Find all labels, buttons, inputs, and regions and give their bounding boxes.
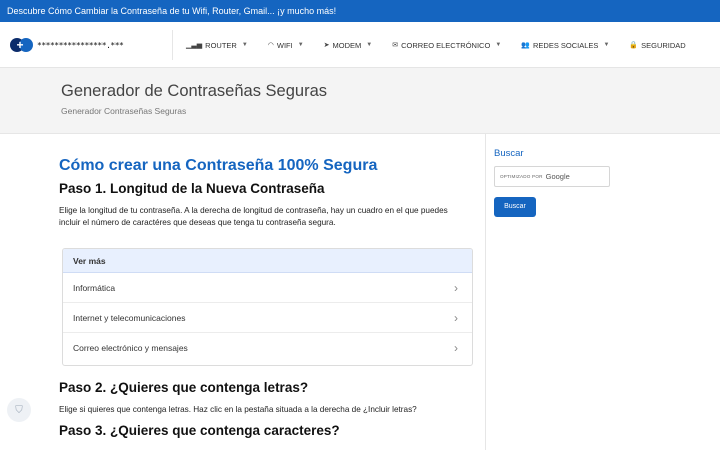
site-logo[interactable]: + ****************.*** bbox=[10, 38, 124, 52]
chevron-right-icon: › bbox=[454, 341, 458, 355]
signal-bars-icon: ▁▃▅ bbox=[186, 42, 203, 49]
lock-icon: 🔒 bbox=[629, 42, 639, 49]
top-announcement-bar[interactable]: Descubre Cómo Cambiar la Contraseña de t… bbox=[0, 0, 720, 22]
menu-item-modem[interactable]: ➤ MODEM ▼ bbox=[324, 41, 373, 50]
chevron-down-icon: ▼ bbox=[297, 42, 304, 48]
chevron-down-icon: ▼ bbox=[603, 42, 610, 48]
chevron-right-icon: › bbox=[454, 280, 458, 295]
menu-item-correo[interactable]: ✉ CORREO ELECTRÓNICO ▼ bbox=[392, 41, 501, 50]
menu-item-router[interactable]: ▁▃▅ ROUTER ▼ bbox=[186, 41, 248, 50]
menu-item-label: WIFI bbox=[276, 40, 293, 50]
users-icon: 👥 bbox=[521, 42, 530, 49]
menu-item-seguridad[interactable]: 🔒 SEGURIDAD bbox=[629, 41, 685, 50]
step2-text: Elige si quieres que contenga letras. Ha… bbox=[59, 405, 417, 414]
chevron-down-icon: ▼ bbox=[366, 42, 373, 48]
sidebar-search-title: Buscar bbox=[494, 148, 524, 159]
main-navbar: + ****************.*** ▁▃▅ ROUTER ▼ ◠ WI… bbox=[0, 22, 720, 68]
menu-item-redes-sociales[interactable]: 👥 REDES SOCIALES ▼ bbox=[521, 41, 609, 50]
step2-heading: Paso 2. ¿Quieres que contenga letras? bbox=[59, 380, 309, 395]
step1-text: Elige la longitud de tu contraseña. A la… bbox=[59, 206, 448, 227]
main-content: Cómo crear una Contraseña 100% Segura Pa… bbox=[0, 134, 485, 450]
search-optimized-label: OPTIMIZADO POR bbox=[500, 174, 543, 179]
chevron-down-icon: ▼ bbox=[495, 42, 502, 48]
main-menu: ▁▃▅ ROUTER ▼ ◠ WIFI ▼ ➤ MODEM ▼ ✉ CORREO… bbox=[186, 22, 706, 68]
google-brand-label: Google bbox=[545, 172, 570, 181]
menu-item-label: MODEM bbox=[332, 40, 362, 50]
chevron-right-icon: › bbox=[454, 310, 458, 325]
privacy-settings-button[interactable]: ⛉ bbox=[7, 398, 31, 422]
list-item-label: Internet y telecomunicaciones bbox=[73, 312, 186, 323]
envelope-icon: ✉ bbox=[392, 42, 399, 49]
page-hero: Generador de Contraseñas Seguras Generad… bbox=[0, 68, 720, 134]
menu-item-wifi[interactable]: ◠ WIFI ▼ bbox=[268, 41, 304, 50]
menu-item-label: SEGURIDAD bbox=[641, 40, 686, 50]
menu-item-label: CORREO ELECTRÓNICO bbox=[401, 40, 491, 50]
search-input[interactable]: OPTIMIZADO POR Google bbox=[494, 166, 610, 187]
sidebar-divider bbox=[485, 134, 486, 450]
list-item-label: Informática bbox=[73, 282, 116, 293]
see-more-header: Ver más bbox=[63, 249, 472, 273]
step3-heading: Paso 3. ¿Quieres que contenga caracteres… bbox=[59, 423, 340, 438]
menu-item-label: ROUTER bbox=[205, 40, 237, 50]
chevron-down-icon: ▼ bbox=[241, 42, 248, 48]
article-heading: Cómo crear una Contraseña 100% Segura bbox=[59, 157, 378, 174]
see-more-item-correo[interactable]: Correo electrónico y mensajes › bbox=[63, 333, 472, 363]
page-title: Generador de Contraseñas Seguras bbox=[61, 82, 327, 100]
list-item-label: Correo electrónico y mensajes bbox=[73, 343, 188, 353]
search-button[interactable]: Buscar bbox=[494, 197, 536, 217]
see-more-box: Ver más Informática › Internet y telecom… bbox=[62, 248, 473, 366]
announcement-text[interactable]: Descubre Cómo Cambiar la Contraseña de t… bbox=[7, 6, 336, 16]
breadcrumb: Generador Contraseñas Seguras bbox=[61, 106, 187, 116]
logo-icon: + bbox=[10, 38, 33, 52]
menu-item-label: REDES SOCIALES bbox=[532, 40, 599, 50]
step1-heading: Paso 1. Longitud de la Nueva Contraseña bbox=[59, 181, 325, 196]
see-more-item-informatica[interactable]: Informática › bbox=[63, 273, 472, 303]
nav-divider bbox=[172, 30, 173, 60]
shield-icon: ⛉ bbox=[15, 404, 23, 416]
location-arrow-icon: ➤ bbox=[323, 42, 330, 49]
logo-text: ****************.*** bbox=[37, 40, 124, 50]
see-more-item-internet[interactable]: Internet y telecomunicaciones › bbox=[63, 303, 472, 333]
wifi-icon: ◠ bbox=[267, 42, 274, 49]
